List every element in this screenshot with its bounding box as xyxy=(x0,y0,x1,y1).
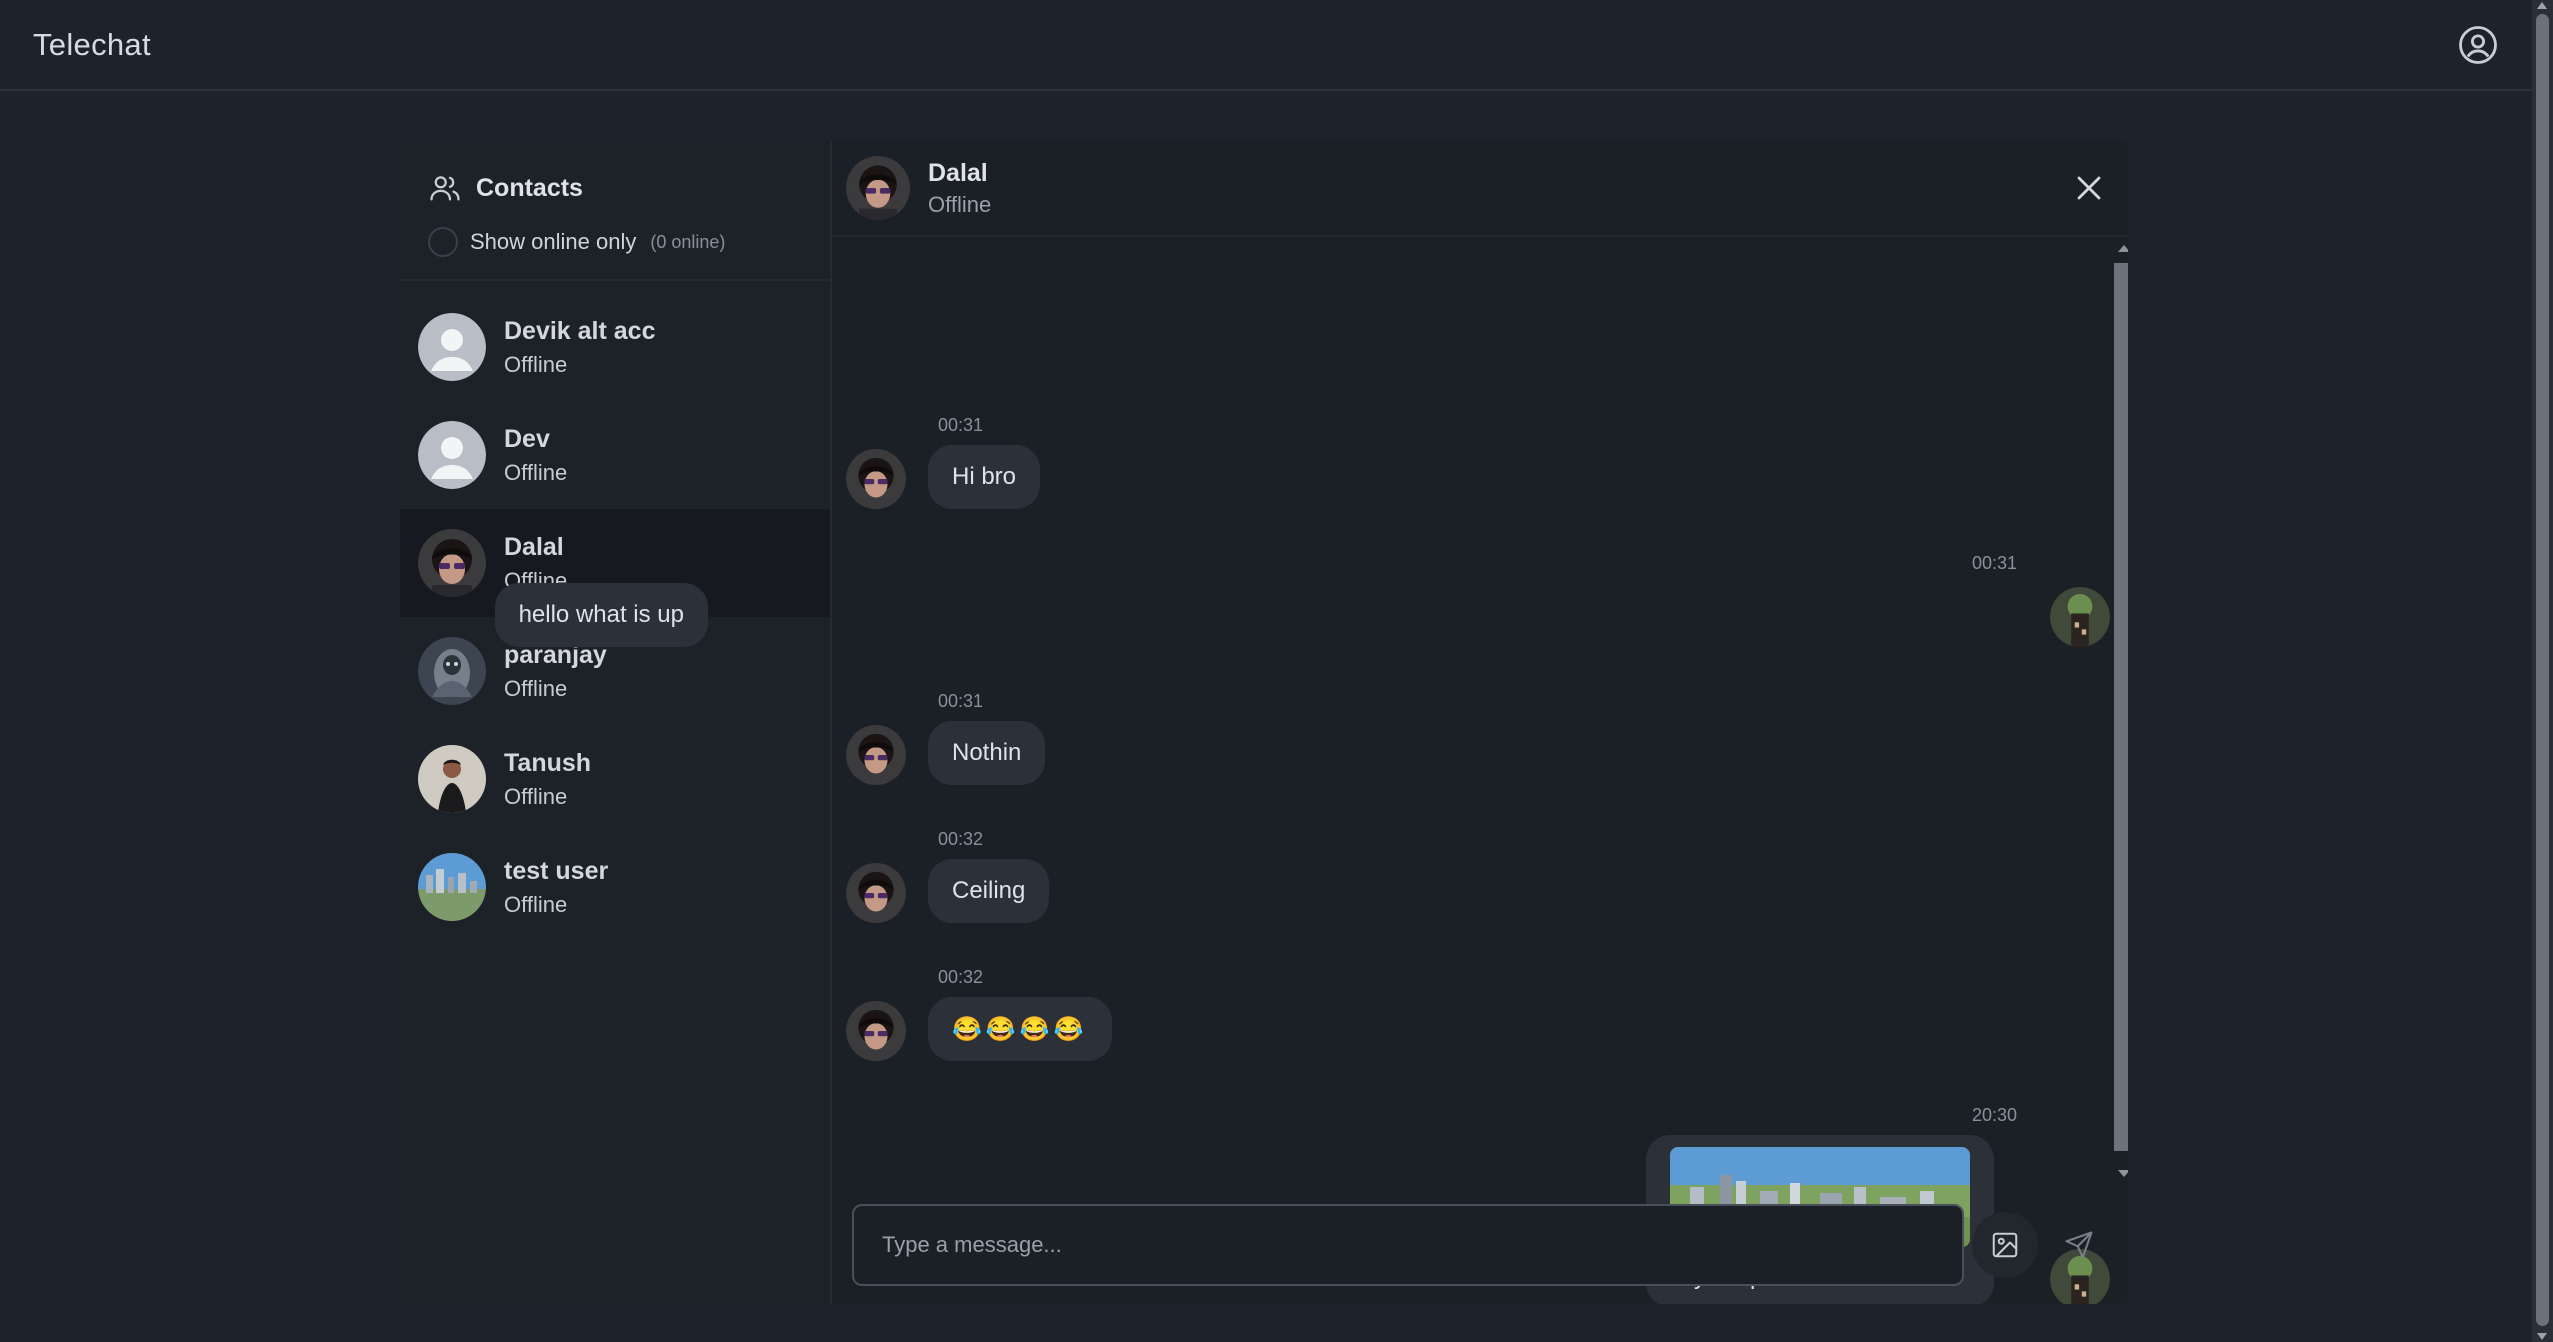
contact-status: Offline xyxy=(504,459,568,485)
scroll-up-arrow[interactable] xyxy=(2537,2,2547,9)
contact-item-test-user[interactable]: test user Offline xyxy=(400,833,830,941)
contact-name: Devik alt acc xyxy=(504,316,656,345)
photo-avatar xyxy=(846,863,906,923)
message-bubble[interactable]: Hi bro xyxy=(928,445,1041,509)
contact-item-dev[interactable]: Dev Offline xyxy=(400,401,830,509)
user-circle-icon[interactable] xyxy=(2457,24,2499,66)
message-bubble[interactable]: Nothin xyxy=(928,721,1046,785)
message-time: 20:30 xyxy=(1972,1105,2018,1125)
contact-name: Tanush xyxy=(504,748,592,777)
chat-contact-name: Dalal xyxy=(928,158,988,187)
page-scrollbar[interactable] xyxy=(2532,0,2553,1342)
contact-item-devik-alt-acc[interactable]: Devik alt acc Offline xyxy=(400,293,830,401)
contacts-title: Contacts xyxy=(476,173,583,202)
online-filter-row: Show online only (0 online) xyxy=(428,227,802,257)
message-time: 00:31 xyxy=(938,691,984,711)
photo-avatar xyxy=(846,725,906,785)
contact-status: Offline xyxy=(504,675,568,701)
chat-header: Dalal Offline xyxy=(832,141,2128,237)
message-time: 00:31 xyxy=(1972,553,2018,573)
contacts-heading: Contacts xyxy=(428,171,802,205)
sidebar-header: Contacts Show online only (0 online) xyxy=(400,141,830,281)
close-icon[interactable] xyxy=(2074,173,2104,203)
contact-name: test user xyxy=(504,856,609,885)
contact-name: Dalal xyxy=(504,532,564,561)
photo-avatar xyxy=(418,529,486,597)
message-bubble[interactable]: Ceiling xyxy=(928,859,1050,923)
chat-panel: Dalal Offline 00:31 Hi bro 00:31 hello w… xyxy=(494,141,2128,1304)
photo-avatar xyxy=(2050,587,2110,647)
photo-avatar xyxy=(418,853,486,921)
top-navbar: Telechat xyxy=(0,0,2532,91)
show-online-label[interactable]: Show online only xyxy=(470,229,636,255)
default-avatar xyxy=(418,421,486,489)
photo-avatar xyxy=(846,156,910,220)
contact-name: Dev xyxy=(504,424,550,453)
scroll-down-arrow[interactable] xyxy=(2537,1333,2547,1340)
message-list: 00:31 Hi bro 00:31 hello what is up 00:3… xyxy=(494,239,2128,1304)
send-button[interactable] xyxy=(2046,1212,2112,1278)
contact-item-tanush[interactable]: Tanush Offline xyxy=(400,725,830,833)
image-icon xyxy=(1992,1232,2018,1258)
contact-status: Offline xyxy=(504,891,568,917)
show-online-toggle[interactable] xyxy=(428,227,458,257)
send-icon xyxy=(2065,1231,2093,1259)
message-bubble[interactable]: hello what is up xyxy=(494,583,708,647)
contact-status: Offline xyxy=(504,351,568,377)
photo-avatar xyxy=(418,637,486,705)
photo-avatar xyxy=(846,1001,906,1061)
page-scroll-thumb[interactable] xyxy=(2536,14,2549,1326)
message-input[interactable] xyxy=(852,1204,1964,1286)
attach-image-button[interactable] xyxy=(1972,1212,2038,1278)
message-bubble[interactable]: 😂😂😂😂 xyxy=(928,997,1112,1061)
message-time: 00:31 xyxy=(938,415,984,435)
message-time: 00:32 xyxy=(938,829,984,849)
chat-scroll-thumb[interactable] xyxy=(2114,263,2128,1151)
message-composer xyxy=(852,1204,2112,1286)
contact-status: Offline xyxy=(504,783,568,809)
default-avatar xyxy=(418,313,486,381)
scroll-down-arrow[interactable] xyxy=(2118,1170,2128,1177)
online-count: (0 online) xyxy=(650,231,726,252)
photo-avatar xyxy=(418,745,486,813)
app-title: Telechat xyxy=(33,26,151,62)
message-time: 00:32 xyxy=(938,967,984,987)
photo-avatar xyxy=(846,449,906,509)
chat-scrollbar[interactable] xyxy=(2114,241,2128,1181)
users-icon xyxy=(430,176,460,201)
chat-card: Contacts Show online only (0 online) Dev… xyxy=(400,141,2128,1304)
chat-contact-status: Offline xyxy=(928,191,992,217)
contacts-sidebar: Contacts Show online only (0 online) Dev… xyxy=(400,141,832,1304)
scroll-up-arrow[interactable] xyxy=(2118,245,2128,252)
